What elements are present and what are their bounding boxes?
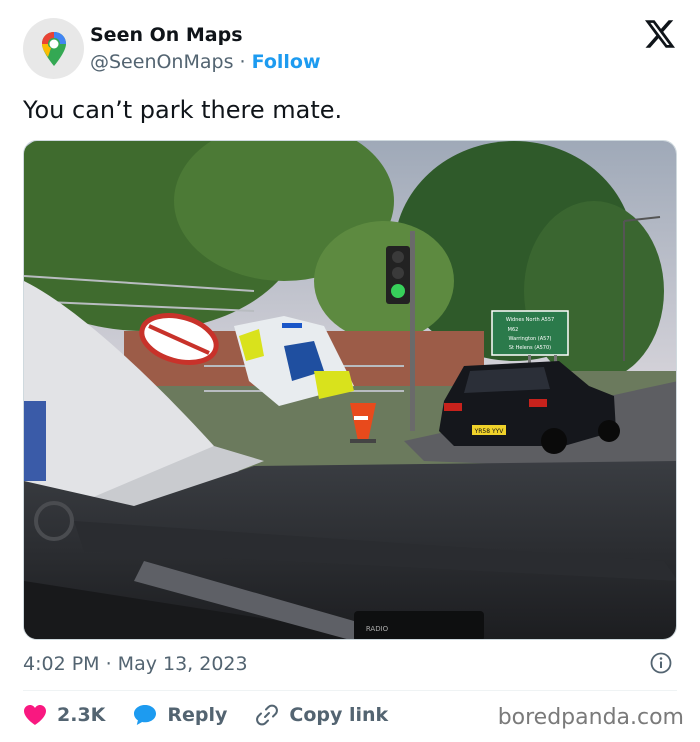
plate-text: YR58 YYV bbox=[474, 428, 505, 435]
copy-link-label: Copy link bbox=[289, 704, 389, 726]
like-button[interactable]: 2.3K bbox=[23, 704, 105, 726]
divider bbox=[23, 690, 677, 691]
info-icon[interactable] bbox=[650, 652, 672, 674]
tweet-photo[interactable]: Widnes North A557 M62 Warrington (A57) S… bbox=[23, 140, 677, 640]
author-handle[interactable]: @SeenOnMaps bbox=[90, 51, 233, 73]
x-logo-icon[interactable] bbox=[645, 20, 675, 48]
link-icon bbox=[256, 704, 279, 726]
watermark: boredpanda.com bbox=[497, 705, 684, 730]
heart-icon bbox=[24, 705, 46, 725]
tweet-text: You can’t park there mate. bbox=[23, 96, 343, 124]
like-count: 2.3K bbox=[57, 704, 106, 726]
avatar[interactable] bbox=[23, 18, 84, 79]
road-sign-line-1: Widnes North A557 bbox=[506, 317, 554, 323]
tweet-timestamp[interactable]: 4:02 PM · May 13, 2023 bbox=[23, 652, 248, 676]
engagement-bar: 2.3K Reply Copy link bbox=[23, 700, 388, 730]
road-sign-line-3: Warrington (A57) bbox=[509, 336, 552, 342]
reply-label: Reply bbox=[167, 704, 228, 726]
road-sign-line-2: M62 bbox=[508, 327, 519, 333]
google-maps-pin-icon bbox=[41, 31, 66, 66]
road-sign-line-4: St Helens (A570) bbox=[509, 345, 551, 351]
author-display-name[interactable]: Seen On Maps bbox=[90, 22, 321, 48]
copy-link-button[interactable]: Copy link bbox=[255, 703, 388, 727]
follow-button[interactable]: Follow bbox=[252, 51, 321, 73]
speech-bubble-icon bbox=[134, 705, 157, 725]
radio-label: RADIO bbox=[366, 625, 389, 633]
tweet-header: Seen On Maps @SeenOnMaps · Follow bbox=[23, 18, 683, 80]
reply-button[interactable]: Reply bbox=[133, 704, 227, 726]
separator-dot: · bbox=[239, 51, 246, 73]
